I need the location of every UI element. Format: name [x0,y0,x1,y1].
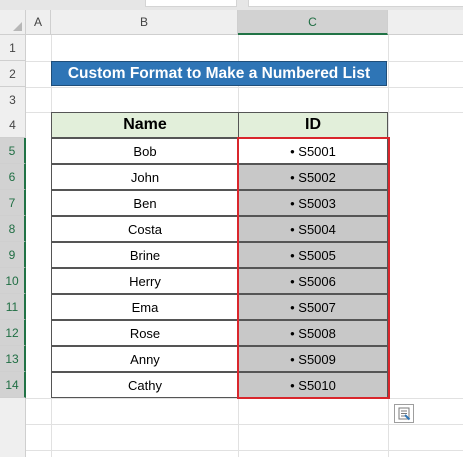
table-cell-name[interactable]: Bob [51,138,239,164]
row-header[interactable]: 14 [0,372,26,398]
table-cell-id[interactable]: • S5008 [238,320,388,346]
grid-row-line [26,450,463,451]
formula-bar-input[interactable] [248,0,463,7]
table-cell-name[interactable]: Rose [51,320,239,346]
table-cell-id[interactable]: • S5006 [238,268,388,294]
column-header-b[interactable]: B [51,10,238,35]
table-cell-name[interactable]: Anny [51,346,239,372]
table-cell-id[interactable]: • S5010 [238,372,388,398]
formula-bar-strip [0,0,463,10]
table-cell-name[interactable]: Cathy [51,372,239,398]
row-header[interactable]: 10 [0,268,26,294]
row-header[interactable]: 9 [0,242,26,268]
row-header[interactable]: 5 [0,138,26,164]
table-cell-id[interactable]: • S5004 [238,216,388,242]
table-cell-name[interactable]: Herry [51,268,239,294]
select-all-corner[interactable] [0,10,26,35]
table-cell-name[interactable]: Costa [51,216,239,242]
table-cell-name[interactable]: John [51,164,239,190]
grid-column-line [388,35,389,457]
grid-row-line [26,424,463,425]
grid-row-line [26,398,463,399]
table-cell-id[interactable]: • S5003 [238,190,388,216]
quick-analysis-icon [398,407,411,421]
row-header[interactable]: 8 [0,216,26,242]
column-header-d[interactable] [388,10,463,35]
row-header-empty [0,398,26,457]
column-header-a[interactable]: A [26,10,51,35]
row-header[interactable]: 11 [0,294,26,320]
row-header[interactable]: 4 [0,112,26,138]
sheet-title: Custom Format to Make a Numbered List [51,61,387,86]
row-header[interactable]: 2 [0,61,26,87]
column-header-c[interactable]: C [238,10,388,35]
table-cell-name[interactable]: Brine [51,242,239,268]
table-cell-id[interactable]: • S5007 [238,294,388,320]
row-header[interactable]: 12 [0,320,26,346]
table-cell-name[interactable]: Ema [51,294,239,320]
table-cell-id[interactable]: • S5009 [238,346,388,372]
grid-row-line [26,87,463,88]
row-header[interactable]: 13 [0,346,26,372]
quick-analysis-button[interactable] [394,404,414,423]
formula-bar-segment [145,0,237,7]
row-header[interactable]: 7 [0,190,26,216]
row-header[interactable]: 3 [0,87,26,113]
header-name: Name [51,112,239,138]
row-header[interactable]: 1 [0,35,26,61]
table-cell-id[interactable]: • S5005 [238,242,388,268]
row-header[interactable]: 6 [0,164,26,190]
select-all-triangle-icon [13,22,22,31]
table-cell-name[interactable]: Ben [51,190,239,216]
table-cell-id[interactable]: • S5002 [238,164,388,190]
header-id: ID [238,112,388,138]
table-cell-id[interactable]: • S5001 [238,138,388,164]
